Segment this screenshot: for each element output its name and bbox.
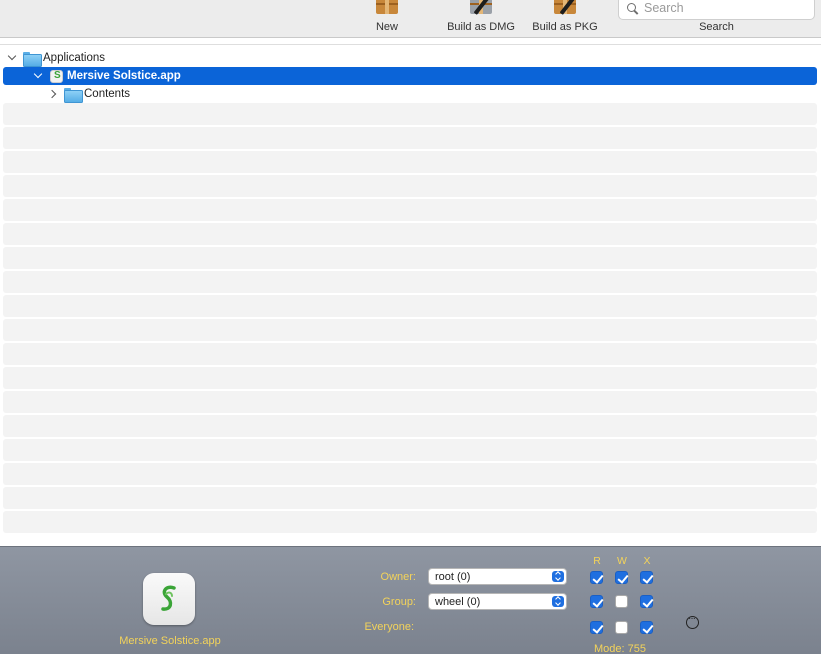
read-column-header: R bbox=[593, 555, 601, 567]
empty-row bbox=[3, 127, 817, 149]
disclosure-open-icon[interactable] bbox=[33, 70, 45, 82]
empty-row bbox=[3, 439, 817, 461]
disclosure-closed-icon[interactable] bbox=[48, 88, 60, 100]
chevron-updown-icon bbox=[552, 596, 564, 607]
chevron-updown-icon bbox=[552, 571, 564, 582]
list-item-contents[interactable]: Contents bbox=[3, 85, 817, 103]
empty-row bbox=[3, 415, 817, 437]
empty-row bbox=[3, 103, 817, 125]
empty-row bbox=[3, 247, 817, 269]
build-pkg-button[interactable]: Build as PKG bbox=[529, 0, 601, 38]
everyone-execute-checkbox[interactable] bbox=[640, 621, 653, 634]
empty-row bbox=[3, 367, 817, 389]
new-button[interactable]: New bbox=[367, 0, 407, 38]
group-execute-checkbox[interactable] bbox=[640, 595, 653, 608]
empty-row bbox=[3, 487, 817, 509]
list-item-label: Applications bbox=[43, 52, 106, 64]
group-value: wheel (0) bbox=[435, 595, 481, 608]
toolbar: New Build as DMG Build as PKG Search bbox=[0, 0, 821, 38]
empty-row bbox=[3, 511, 817, 533]
search-field[interactable] bbox=[618, 0, 815, 20]
owner-execute-checkbox[interactable] bbox=[640, 571, 653, 584]
new-button-label: New bbox=[375, 21, 398, 33]
owner-select[interactable]: root (0) bbox=[428, 568, 567, 585]
list-item-mersive-solstice[interactable]: Mersive Solstice.app bbox=[3, 67, 817, 85]
empty-row bbox=[3, 175, 817, 197]
info-panel: Mersive Solstice.app Owner: root (0) Gro… bbox=[0, 546, 821, 654]
empty-row bbox=[3, 199, 817, 221]
owner-label: Owner: bbox=[380, 571, 416, 583]
build-pkg-icon bbox=[550, 0, 580, 20]
everyone-label: Everyone: bbox=[364, 621, 414, 633]
more-options-icon[interactable] bbox=[686, 613, 699, 629]
owner-value: root (0) bbox=[435, 570, 471, 583]
app-icon bbox=[50, 69, 63, 83]
group-read-checkbox[interactable] bbox=[590, 595, 603, 608]
empty-row bbox=[3, 343, 817, 365]
build-dmg-button[interactable]: Build as DMG bbox=[444, 0, 518, 38]
list-item-applications[interactable]: Applications bbox=[3, 49, 817, 67]
everyone-write-checkbox[interactable] bbox=[615, 621, 628, 634]
empty-row bbox=[3, 391, 817, 413]
owner-write-checkbox[interactable] bbox=[615, 571, 628, 584]
search-area: Search bbox=[618, 0, 815, 38]
owner-read-checkbox[interactable] bbox=[590, 571, 603, 584]
empty-row bbox=[3, 295, 817, 317]
build-pkg-label: Build as PKG bbox=[532, 21, 598, 33]
build-dmg-icon bbox=[466, 0, 496, 20]
search-icon bbox=[627, 2, 638, 14]
group-select[interactable]: wheel (0) bbox=[428, 593, 567, 610]
mode-label: Mode: 755 bbox=[594, 643, 646, 654]
folder-icon bbox=[23, 51, 42, 67]
list-item-label: Mersive Solstice.app bbox=[67, 70, 181, 82]
write-column-header: W bbox=[617, 555, 627, 567]
search-label: Search bbox=[699, 21, 734, 33]
package-icon bbox=[372, 0, 402, 20]
empty-row bbox=[3, 151, 817, 173]
everyone-read-checkbox[interactable] bbox=[590, 621, 603, 634]
solstice-app-icon bbox=[143, 573, 195, 625]
group-write-checkbox[interactable] bbox=[615, 595, 628, 608]
search-input[interactable] bbox=[644, 1, 804, 15]
file-outline[interactable]: Applications Mersive Solstice.app Conten… bbox=[0, 44, 821, 546]
empty-row bbox=[3, 463, 817, 485]
build-dmg-label: Build as DMG bbox=[447, 21, 515, 33]
empty-row bbox=[3, 223, 817, 245]
app-name: Mersive Solstice.app bbox=[119, 635, 221, 647]
execute-column-header: X bbox=[643, 555, 651, 567]
empty-row bbox=[3, 319, 817, 341]
disclosure-open-icon[interactable] bbox=[7, 52, 19, 64]
group-label: Group: bbox=[382, 596, 416, 608]
empty-row bbox=[3, 271, 817, 293]
list-item-label: Contents bbox=[84, 88, 131, 100]
folder-icon bbox=[64, 87, 83, 103]
